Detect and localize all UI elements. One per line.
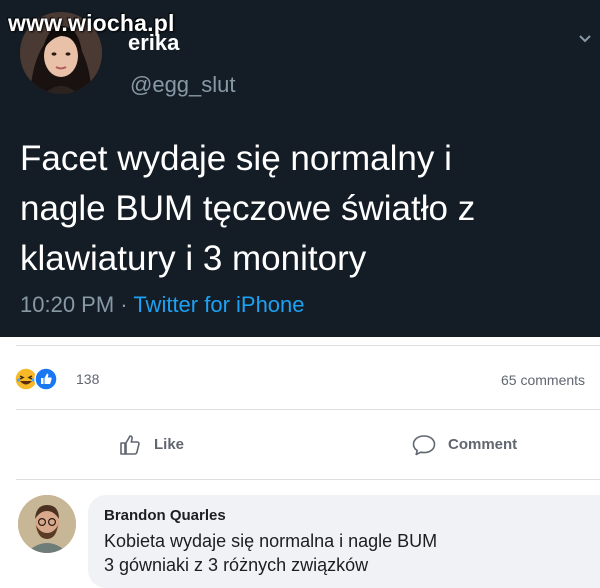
comment-text-line: 3 gówniaki z 3 różnych związków [104,555,369,575]
like-label: Like [154,436,185,453]
tweet-meta: 10:20 PM · Twitter for iPhone [20,292,305,318]
comment-button[interactable]: Comment [411,429,541,461]
comments-count[interactable]: 65 comments [501,372,585,388]
comment-bubble: Brandon Quarles Kobieta wydaje się norma… [88,495,600,588]
comment-text: Kobieta wydaje się normalna i nagle BUM … [104,529,544,577]
like-button[interactable]: Like [118,429,208,461]
author-handle[interactable]: @egg_slut [130,72,236,98]
facebook-post-footer: 138 65 comments Like Comment Brandon Qua… [0,337,600,588]
avatar[interactable] [18,495,76,553]
tweet-card: www.wiocha.pl erika @egg_slut Facet wyda… [0,0,600,337]
tweet-text-line: Facet wydaje się normalny i [20,139,452,178]
chevron-down-icon[interactable] [578,32,592,46]
like-reaction-icon [34,367,58,391]
thumbs-up-icon [120,435,140,455]
tweet-time[interactable]: 10:20 PM [20,292,114,317]
reaction-count[interactable]: 138 [76,371,99,387]
author-name[interactable]: erika [128,30,179,56]
meta-separator: · [114,292,134,317]
comment-text-line: Kobieta wydaje się normalna i nagle BUM [104,531,438,551]
comment-icon [412,435,436,456]
divider [16,345,600,346]
tweet-text-line: nagle BUM tęczowe światło z [20,189,476,228]
tweet-text-line: klawiatury i 3 monitory [20,239,367,278]
tweet-source[interactable]: Twitter for iPhone [133,292,304,317]
commenter-name[interactable]: Brandon Quarles [104,507,226,524]
divider [16,479,600,480]
comment-label: Comment [448,436,518,453]
tweet-text: Facet wydaje się normalny i nagle BUM tę… [20,134,590,284]
divider [16,409,600,410]
